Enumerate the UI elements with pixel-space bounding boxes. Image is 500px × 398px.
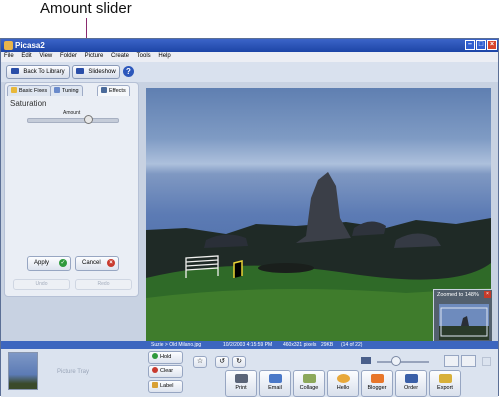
menu-tools[interactable]: Tools [134, 52, 154, 59]
menu-picture[interactable]: Picture [82, 52, 107, 59]
cancel-x-icon: × [107, 259, 115, 267]
tab-tuning[interactable]: Tuning [50, 85, 83, 96]
undo-button[interactable]: Undo [13, 279, 70, 290]
picasa-window: Picasa2 – □ × File Edit View Folder Pict… [0, 38, 499, 397]
view-single-icon[interactable] [444, 355, 459, 367]
blogger-icon [370, 374, 384, 383]
amount-slider-track[interactable] [27, 118, 119, 123]
blogger-button[interactable]: Blogger [361, 370, 393, 397]
title-bar: Picasa2 – □ × [1, 39, 498, 52]
redo-button[interactable]: Redo [75, 279, 132, 290]
zoom-slider-track[interactable] [377, 361, 429, 363]
tab-basic-fixes[interactable]: Basic Fixes [7, 85, 52, 96]
back-to-library-button[interactable]: Back To Library [6, 65, 70, 79]
menu-create[interactable]: Create [108, 52, 132, 59]
clear-button[interactable]: Clear [148, 365, 183, 378]
slideshow-button[interactable]: Slideshow [72, 65, 120, 79]
menu-folder[interactable]: Folder [57, 52, 80, 59]
view-compare-icon[interactable] [461, 355, 476, 367]
fullscreen-icon[interactable] [482, 357, 491, 366]
effects-icon [101, 87, 107, 93]
menu-file[interactable]: File [1, 52, 17, 59]
back-arrow-icon [11, 68, 20, 74]
checkmark-icon: ✓ [59, 259, 67, 267]
cancel-button[interactable]: Cancel × [75, 256, 119, 271]
status-size: 29KB [321, 342, 334, 348]
tab-effects[interactable]: Effects [97, 85, 130, 96]
email-button[interactable]: Email [259, 370, 291, 397]
email-icon [268, 374, 282, 383]
star-button[interactable]: ☆ [193, 356, 207, 368]
zoom-preview [439, 304, 489, 340]
maximize-button[interactable]: □ [476, 40, 486, 50]
effect-title: Saturation [10, 99, 47, 108]
label-button[interactable]: Label [148, 380, 183, 393]
status-dimensions: 460x321 pixels [283, 342, 317, 348]
edit-panel: Basic Fixes Tuning Effects Saturation Am… [4, 82, 139, 297]
order-button[interactable]: Order [395, 370, 427, 397]
printer-icon [234, 374, 248, 383]
hello-button[interactable]: Hello [327, 370, 359, 397]
tuning-icon [54, 87, 60, 93]
help-button[interactable]: ? [123, 66, 134, 77]
status-bar: Suzie > Old Milano.jpg 10/2/2003 4:15:59… [1, 341, 498, 349]
print-button[interactable]: Print [225, 370, 257, 397]
minimize-button[interactable]: – [465, 40, 475, 50]
zoom-slider-knob[interactable] [391, 356, 401, 366]
order-icon [404, 374, 418, 383]
hold-button[interactable]: Hold [148, 351, 183, 364]
close-button[interactable]: × [487, 40, 497, 50]
collage-button[interactable]: Collage [293, 370, 325, 397]
hello-icon [336, 374, 350, 383]
status-path: Suzie > Old Milano.jpg [151, 342, 202, 348]
menu-help[interactable]: Help [155, 52, 173, 59]
amount-slider-knob[interactable] [84, 115, 93, 124]
tray-thumbnail[interactable] [8, 352, 38, 390]
app-icon [4, 41, 13, 50]
zoom-label: Zoomed to 148% [437, 292, 479, 298]
label-icon [152, 382, 158, 388]
picture-tray-bar: Picture Tray Hold Clear Label ☆ ↺ ↻ Prin… [1, 349, 498, 397]
toolbar: Back To Library Slideshow ? ◀ ▶ [1, 62, 498, 101]
apply-button[interactable]: Apply ✓ [27, 256, 71, 271]
collage-icon [302, 374, 316, 383]
status-index: (14 of 22) [341, 342, 363, 348]
star-icon [11, 87, 17, 93]
menu-bar: File Edit View Folder Picture Create Too… [1, 52, 498, 62]
thumbnail-size-icon [361, 357, 371, 364]
export-button[interactable]: Export [429, 370, 461, 397]
menu-view[interactable]: View [36, 52, 55, 59]
slideshow-icon [76, 68, 85, 74]
rotate-right-button[interactable]: ↻ [232, 356, 246, 368]
export-icon [438, 374, 452, 383]
amount-label: Amount [63, 110, 81, 116]
zoom-close-icon[interactable]: × [484, 291, 491, 298]
window-title: Picasa2 [15, 41, 45, 50]
menu-edit[interactable]: Edit [18, 52, 34, 59]
callout-label: Amount slider [40, 0, 132, 17]
tray-label: Picture Tray [57, 369, 90, 375]
clear-icon [152, 367, 158, 373]
rotate-left-button[interactable]: ↺ [215, 356, 229, 368]
hold-icon [152, 353, 158, 359]
status-date: 10/2/2003 4:15:59 PM [223, 342, 273, 348]
